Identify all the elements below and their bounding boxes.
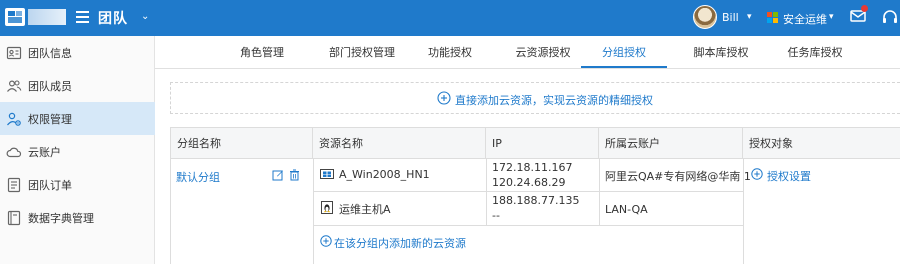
team-title[interactable]: 团队 xyxy=(98,8,128,28)
add-resource-to-group-link[interactable]: 在该分组内添加新的云资源 xyxy=(334,235,466,251)
edit-icon[interactable] xyxy=(272,169,284,181)
notification-dot xyxy=(861,5,868,12)
column-divider xyxy=(486,159,487,225)
user-name[interactable]: Bill xyxy=(722,11,739,24)
active-tab-indicator xyxy=(581,66,667,68)
sidebar-item-label: 云账户 xyxy=(28,145,61,159)
resource-name: A_Win2008_HN1 xyxy=(339,168,430,181)
sidebar-item-team-orders[interactable]: 团队订单 xyxy=(0,168,155,201)
hamburger-menu-icon[interactable] xyxy=(76,11,89,23)
column-divider xyxy=(313,159,314,264)
sidebar-item-label: 团队订单 xyxy=(28,178,72,192)
tab-cloud-resource-authorization[interactable]: 云资源授权 xyxy=(498,36,588,69)
sidebar-item-label: 权限管理 xyxy=(28,112,72,126)
headset-icon[interactable] xyxy=(881,8,899,26)
linux-icon xyxy=(321,201,333,214)
plus-circle-icon xyxy=(437,91,451,105)
column-header-resource-name: 资源名称 xyxy=(313,128,486,159)
sidebar-item-label: 团队成员 xyxy=(28,79,72,93)
tab-role-management[interactable]: 角色管理 xyxy=(219,36,305,69)
user-chevron-down-icon[interactable]: ▾ xyxy=(747,12,752,22)
app-logo-icon[interactable] xyxy=(4,6,26,28)
windows-grid-icon xyxy=(767,12,778,23)
resource-cloud-account: LAN-QA xyxy=(605,203,648,216)
column-header-cloud-account: 所属云账户 xyxy=(599,128,743,159)
sidebar-item-data-dictionary[interactable]: 数据字典管理 xyxy=(0,201,155,234)
column-header-ip: IP xyxy=(486,128,599,159)
id-card-icon xyxy=(6,46,22,59)
table-header-row: 分组名称 资源名称 IP 所属云账户 授权对象 xyxy=(171,128,900,159)
tab-script-library-authorization[interactable]: 脚本库授权 xyxy=(676,36,766,69)
column-divider xyxy=(599,159,600,225)
ops-switcher-label[interactable]: 安全运维 xyxy=(783,11,827,27)
column-header-group-name: 分组名称 xyxy=(171,128,313,159)
app-logo-text xyxy=(28,9,66,25)
plus-circle-icon xyxy=(751,168,763,180)
team-chevron-down-icon[interactable]: ⌄ xyxy=(141,11,149,22)
tab-function-authorization[interactable]: 功能授权 xyxy=(410,36,490,69)
sidebar: 团队信息 团队成员 权限管理 云账户 团队订单 数据字典管理 xyxy=(0,36,155,264)
resource-ip-primary: 188.188.77.135 xyxy=(492,194,580,207)
windows-icon xyxy=(320,169,334,179)
ops-chevron-down-icon[interactable]: ▾ xyxy=(829,12,834,22)
group-name-link[interactable]: 默认分组 xyxy=(176,169,220,185)
document-icon xyxy=(7,177,21,192)
group-resource-table: 分组名称 资源名称 IP 所属云账户 授权对象 默认分组 A_Win2008_H… xyxy=(170,127,900,264)
resource-name: 运维主机A xyxy=(339,203,391,216)
column-header-auth-target: 授权对象 xyxy=(749,137,793,150)
cloud-icon xyxy=(6,147,22,157)
add-cloud-resource-link[interactable]: 直接添加云资源，实现云资源的精细授权 xyxy=(455,92,653,108)
resource-ip-primary: 172.18.11.167 xyxy=(492,161,573,174)
resource-ip-secondary: -- xyxy=(492,209,500,222)
trash-icon[interactable] xyxy=(289,169,300,181)
sidebar-item-label: 数据字典管理 xyxy=(28,211,94,225)
sidebar-item-team-members[interactable]: 团队成员 xyxy=(0,69,155,102)
sidebar-item-team-info[interactable]: 团队信息 xyxy=(0,36,155,69)
top-bar: 团队 ⌄ Bill ▾ 安全运维 ▾ xyxy=(0,0,900,36)
book-icon xyxy=(7,210,21,225)
sidebar-item-permission-management[interactable]: 权限管理 xyxy=(0,102,155,135)
row-divider xyxy=(313,225,743,226)
tab-group-authorization[interactable]: 分组授权 xyxy=(581,36,667,69)
tab-bar: 角色管理 部门授权管理 功能授权 云资源授权 分组授权 脚本库授权 任务库授权 xyxy=(155,36,900,69)
row-divider xyxy=(313,191,743,192)
plus-circle-icon xyxy=(320,235,332,247)
user-avatar[interactable] xyxy=(693,5,717,29)
auth-setting-link[interactable]: 授权设置 xyxy=(767,168,811,184)
sidebar-item-cloud-account[interactable]: 云账户 xyxy=(0,135,155,168)
tab-department-authorization[interactable]: 部门授权管理 xyxy=(312,36,412,69)
add-cloud-resource-banner[interactable]: 直接添加云资源，实现云资源的精细授权 xyxy=(170,82,900,114)
sidebar-item-label: 团队信息 xyxy=(28,46,72,60)
tab-task-library-authorization[interactable]: 任务库授权 xyxy=(770,36,860,69)
user-settings-icon xyxy=(7,112,21,126)
resource-cloud-account: 阿里云QA#专有网络@华南 1 xyxy=(605,170,751,183)
resource-ip-secondary: 120.24.68.29 xyxy=(492,176,566,189)
users-icon xyxy=(7,79,22,92)
